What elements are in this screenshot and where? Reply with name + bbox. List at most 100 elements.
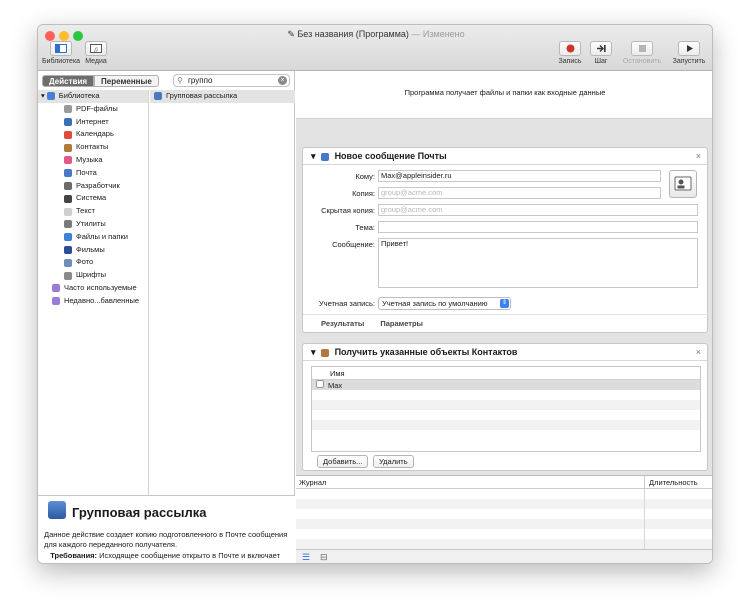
cc-field[interactable]: group@acme.com — [378, 187, 661, 199]
empty-row — [312, 390, 700, 400]
library-item-label: Фото — [76, 257, 94, 267]
disclosure-triangle-icon[interactable]: ▾ — [41, 90, 45, 103]
library-item[interactable]: Файлы и папки — [38, 231, 148, 244]
run-button[interactable]: Запустить — [668, 41, 710, 65]
library-item-label: Утилиты — [76, 218, 106, 228]
library-item[interactable]: Фото — [38, 256, 148, 269]
tab-actions[interactable]: Действия — [42, 75, 95, 87]
contact-card-icon — [316, 380, 324, 388]
stop-icon — [631, 41, 653, 56]
search-input-value: группо — [188, 76, 213, 85]
search-field[interactable]: ⚲ группо × — [173, 74, 290, 87]
bcc-label: Скрытая копия: — [321, 206, 375, 215]
column-header-log[interactable]: Журнал — [299, 478, 326, 487]
tab-results[interactable]: Результаты — [321, 319, 364, 328]
clear-search-icon[interactable]: × — [278, 76, 287, 85]
contact-name: Max — [328, 381, 343, 390]
segmented-control: Действия Переменные — [42, 75, 159, 87]
column-header-name[interactable]: Имя — [312, 367, 700, 380]
library-item[interactable]: Фильмы — [38, 244, 148, 257]
library-item[interactable]: ▾ Библиотека — [38, 90, 148, 103]
add-contact-button[interactable]: Добавить... — [317, 455, 369, 468]
address-book-button[interactable] — [669, 170, 697, 198]
delete-contact-button[interactable]: Удалить — [373, 455, 414, 468]
contacts-table: Имя Max — [311, 366, 701, 452]
automator-window: ✎ Без названия (Программа) — Изменено Би… — [37, 24, 713, 564]
disclosure-triangle-icon[interactable]: ▾ — [311, 151, 316, 161]
library-item-label: Фильмы — [76, 244, 105, 254]
library-item[interactable]: Шрифты — [38, 269, 148, 282]
right-bottom-bar: ☰ ⊟ — [296, 549, 712, 563]
library-item-label: Разработчик — [76, 180, 120, 190]
bcc-field[interactable]: group@acme.com — [378, 204, 698, 216]
workflow-pane: Программа получает файлы и папки как вхо… — [296, 71, 712, 563]
workflow-input-info: Программа получает файлы и папки как вхо… — [296, 71, 712, 119]
library-icon — [46, 92, 55, 101]
message-label: Сообщение: — [332, 240, 375, 249]
message-field[interactable]: Привет! — [378, 238, 698, 288]
split-view-icon[interactable]: ⊟ — [320, 552, 328, 563]
library-item[interactable]: Недавно...бавленные — [38, 295, 148, 308]
tab-variables[interactable]: Переменные — [94, 75, 159, 87]
list-view-icon[interactable]: ☰ — [302, 552, 310, 563]
library-item[interactable]: Почта — [38, 167, 148, 180]
new-mail-action: ▾ Новое сообщение Почты × Кому: Max@appl… — [302, 147, 709, 333]
subject-field[interactable] — [378, 221, 698, 233]
developer-icon — [64, 181, 72, 190]
library-item-label: Недавно...бавленные — [64, 295, 140, 305]
folders-icon — [64, 233, 72, 242]
movies-icon — [64, 245, 72, 254]
stop-button[interactable]: Остановить — [618, 41, 666, 65]
library-item[interactable]: Часто используемые — [38, 282, 148, 295]
library-item[interactable]: Утилиты — [38, 218, 148, 231]
description-text: Данное действие создает копию подготовле… — [44, 530, 288, 549]
account-label: Учетная запись: — [318, 299, 375, 308]
close-action-icon[interactable]: × — [696, 148, 701, 165]
tab-options[interactable]: Параметры — [380, 319, 423, 328]
library-item[interactable]: Контакты — [38, 141, 148, 154]
library-item[interactable]: PDF-файлы — [38, 103, 148, 116]
calendar-icon — [64, 130, 72, 139]
smart-folder-icon — [52, 284, 60, 293]
fonts-icon — [64, 271, 72, 280]
library-item[interactable]: Интернет — [38, 116, 148, 129]
address-card-icon — [674, 176, 692, 191]
utilities-icon — [64, 220, 72, 229]
library-item[interactable]: Текст — [38, 205, 148, 218]
subject-label: Тема: — [355, 223, 375, 232]
library-item[interactable]: Разработчик — [38, 180, 148, 193]
step-icon — [590, 41, 612, 56]
action-item-group-mail[interactable]: Групповая рассылка — [150, 90, 295, 103]
smart-folder-icon — [52, 297, 60, 306]
mail-icon — [64, 169, 72, 178]
close-action-icon[interactable]: × — [696, 344, 701, 361]
column-header-duration[interactable]: Длительность — [644, 476, 698, 489]
system-icon — [64, 194, 72, 203]
library-item-label: Библиотека — [58, 91, 100, 100]
contact-row[interactable]: Max — [312, 380, 700, 390]
log-rows — [296, 489, 712, 549]
disclosure-triangle-icon[interactable]: ▾ — [311, 347, 316, 357]
get-contacts-action-header: ▾ Получить указанные объекты Контактов × — [303, 344, 707, 361]
media-button[interactable]: ♫ Медиа — [81, 41, 111, 65]
actions-list: Групповая рассылка — [150, 90, 295, 495]
text-icon — [64, 207, 72, 216]
to-field[interactable]: Max@appleinsider.ru — [378, 170, 661, 182]
record-icon — [559, 41, 581, 56]
library-item[interactable]: Система — [38, 192, 148, 205]
action-description: Групповая рассылка Данное действие созда… — [38, 495, 295, 563]
action-tabs: Результаты Параметры — [303, 314, 709, 332]
step-button[interactable]: Шаг — [589, 41, 613, 65]
library-item[interactable]: Музыка — [38, 154, 148, 167]
toolbar: ✎ Без названия (Программа) — Изменено Би… — [38, 25, 712, 71]
contacts-icon — [64, 143, 72, 152]
library-button[interactable]: Библиотека — [42, 41, 80, 65]
account-popup[interactable]: Учетная запись по умолчанию ⇕ — [378, 297, 511, 310]
contacts-icon — [321, 348, 330, 357]
library-item-label: Шрифты — [76, 270, 107, 280]
record-button[interactable]: Запись — [556, 41, 584, 65]
search-icon: ⚲ — [177, 76, 183, 85]
empty-row — [312, 400, 700, 410]
log-column-divider — [644, 489, 645, 553]
library-item[interactable]: Календарь — [38, 128, 148, 141]
